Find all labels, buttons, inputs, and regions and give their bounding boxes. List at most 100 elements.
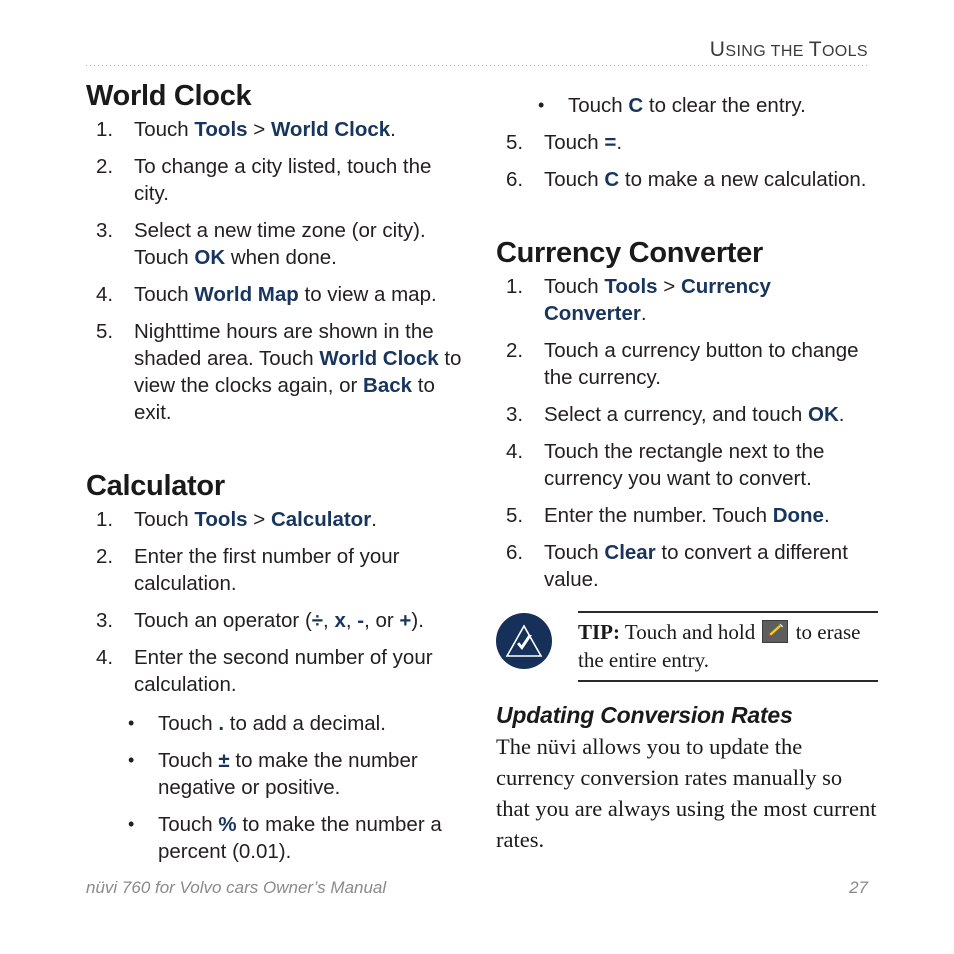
running-header: USING THE TOOLS xyxy=(86,38,868,62)
step-text: Enter the number. Touch Done. xyxy=(544,504,830,527)
text-run: . xyxy=(823,504,830,527)
text-run: Touch xyxy=(544,541,605,564)
text-run: . xyxy=(640,302,647,325)
numbered-step: 1. Touch Tools > Calculator. xyxy=(86,506,468,533)
numbered-step: 6. Touch Clear to convert a different val… xyxy=(496,539,878,593)
text-run: , xyxy=(345,609,358,632)
tip-text: TIP: Touch and hold to erase the entire … xyxy=(578,611,878,682)
step-number: 6. xyxy=(506,168,524,191)
step-text: Nighttime hours are shown in the shaded … xyxy=(134,320,461,424)
step-number: 2. xyxy=(506,339,524,362)
step-number: 2. xyxy=(96,155,114,178)
text-run: To change a city listed, touch the city. xyxy=(134,155,432,205)
running-header-ools: OOLS xyxy=(821,43,868,60)
step-number: 1. xyxy=(506,275,524,298)
text-run: when done. xyxy=(225,246,337,269)
keyword: Tools xyxy=(194,508,248,531)
keyword: OK xyxy=(194,246,226,269)
text-run: Touch xyxy=(568,94,629,117)
page-footer: nüvi 760 for Volvo cars Owner’s Manual 2… xyxy=(86,878,868,898)
calculator-bullets: • Touch . to add a decimal. • Touch ± to ma… xyxy=(118,710,468,865)
numbered-step: 4. Enter the second number of your calcul… xyxy=(86,644,468,698)
text-run: > xyxy=(247,118,271,141)
keyword: ÷ xyxy=(311,609,324,632)
step-text: Touch . to add a decimal. xyxy=(158,712,386,735)
tip-text-before: Touch and hold xyxy=(620,620,761,644)
keyword: ± xyxy=(218,749,230,772)
step-number: 4. xyxy=(96,646,114,669)
calculator-steps-continued: 5. Touch =. 6. Touch C to make a new calcul… xyxy=(496,129,878,193)
numbered-step: 4. Touch the rectangle next to the curren… xyxy=(496,438,878,492)
step-text: Touch an operator (÷, x, -, or +). xyxy=(134,609,424,632)
numbered-step: 5. Touch =. xyxy=(496,129,878,156)
text-run: Enter the second number of your calculat… xyxy=(134,646,433,696)
step-text: Touch Clear to convert a different value… xyxy=(544,541,848,591)
left-column: World Clock 1. Touch Tools > World Clock.… xyxy=(86,80,468,875)
keyword: = xyxy=(604,131,617,154)
header-dotted-rule xyxy=(86,65,868,66)
tip-callout: TIP: Touch and hold to erase the entire … xyxy=(496,611,878,682)
text-run: ). xyxy=(411,609,424,632)
step-text: To change a city listed, touch the city. xyxy=(134,155,431,205)
text-run: Touch xyxy=(544,275,605,298)
tip-label: TIP: xyxy=(578,620,620,644)
numbered-step: 1. Touch Tools > World Clock. xyxy=(86,116,468,143)
step-text: Select a currency, and touch OK. xyxy=(544,403,844,426)
manual-page: USING THE TOOLS World Clock 1. Touch Tool… xyxy=(0,0,954,954)
step-text: Touch Tools > Calculator. xyxy=(134,508,377,531)
calculator-bullets-continued: • Touch C to clear the entry. xyxy=(528,92,878,119)
numbered-step: 2. To change a city listed, touch the cit… xyxy=(86,153,468,207)
step-text: Touch World Map to view a map. xyxy=(134,283,437,306)
heading-world-clock: World Clock xyxy=(86,80,252,112)
bullet-item: • Touch % to make the number a percent (0… xyxy=(118,811,468,865)
heading-calculator: Calculator xyxy=(86,470,225,502)
numbered-step: 1. Touch Tools > Currency Converter. xyxy=(496,273,878,327)
step-number: 3. xyxy=(506,403,524,426)
running-header-t: T xyxy=(808,38,822,61)
keyword: World Map xyxy=(194,283,299,306)
numbered-step: 3. Touch an operator (÷, x, -, or +). xyxy=(86,607,468,634)
step-text: Enter the second number of your calculat… xyxy=(134,646,433,696)
numbered-step: 6. Touch C to make a new calculation. xyxy=(496,166,878,193)
step-number: 6. xyxy=(506,541,524,564)
calculator-steps: 1. Touch Tools > Calculator. 2. Enter the f… xyxy=(86,506,468,698)
step-text: Touch ± to make the number negative or p… xyxy=(158,749,418,799)
footer-page-number: 27 xyxy=(849,878,868,897)
step-text: Touch Tools > Currency Converter. xyxy=(544,275,771,325)
text-run: to clear the entry. xyxy=(643,94,806,117)
keyword: Tools xyxy=(194,118,248,141)
step-text: Touch % to make the number a percent (0.… xyxy=(158,813,442,863)
keyword: Clear xyxy=(604,541,656,564)
note-check-triangle-icon xyxy=(496,613,552,669)
text-run: Touch xyxy=(134,118,195,141)
right-column: • Touch C to clear the entry. 5. Touch =. 6… xyxy=(496,80,878,855)
step-text: Touch Tools > World Clock. xyxy=(134,118,396,141)
text-run: Touch xyxy=(158,712,219,735)
step-number: 2. xyxy=(96,545,114,568)
keyword: C xyxy=(628,94,644,117)
world-clock-steps: 1. Touch Tools > World Clock. 2. To change … xyxy=(86,116,468,426)
text-run: Touch xyxy=(158,749,219,772)
step-text: Touch a currency button to change the cu… xyxy=(544,339,859,389)
step-number: 5. xyxy=(506,504,524,527)
numbered-step: 2. Touch a currency button to change the … xyxy=(496,337,878,391)
text-run: . xyxy=(390,118,396,141)
step-number: 1. xyxy=(96,118,114,141)
bullet-item: • Touch ± to make the number negative or … xyxy=(118,747,468,801)
step-text: Touch the rectangle next to the currency… xyxy=(544,440,824,490)
currency-converter-steps: 1. Touch Tools > Currency Converter. 2. Tou… xyxy=(496,273,878,593)
step-text: Touch =. xyxy=(544,131,622,154)
text-run: Enter the number. Touch xyxy=(544,504,773,527)
step-text: Select a new time zone (or city). Touch … xyxy=(134,219,426,269)
text-run: > xyxy=(247,508,271,531)
text-run: Touch the rectangle next to the currency… xyxy=(544,440,825,490)
numbered-step: 4. Touch World Map to view a map. xyxy=(86,281,468,308)
numbered-step: 5. Nighttime hours are shown in the shade… xyxy=(86,318,468,426)
step-number: 4. xyxy=(506,440,524,463)
text-run: . xyxy=(371,508,377,531)
text-run: to make a new calculation. xyxy=(619,168,867,191)
keyword: World Clock xyxy=(319,347,439,370)
keyword: Tools xyxy=(604,275,658,298)
